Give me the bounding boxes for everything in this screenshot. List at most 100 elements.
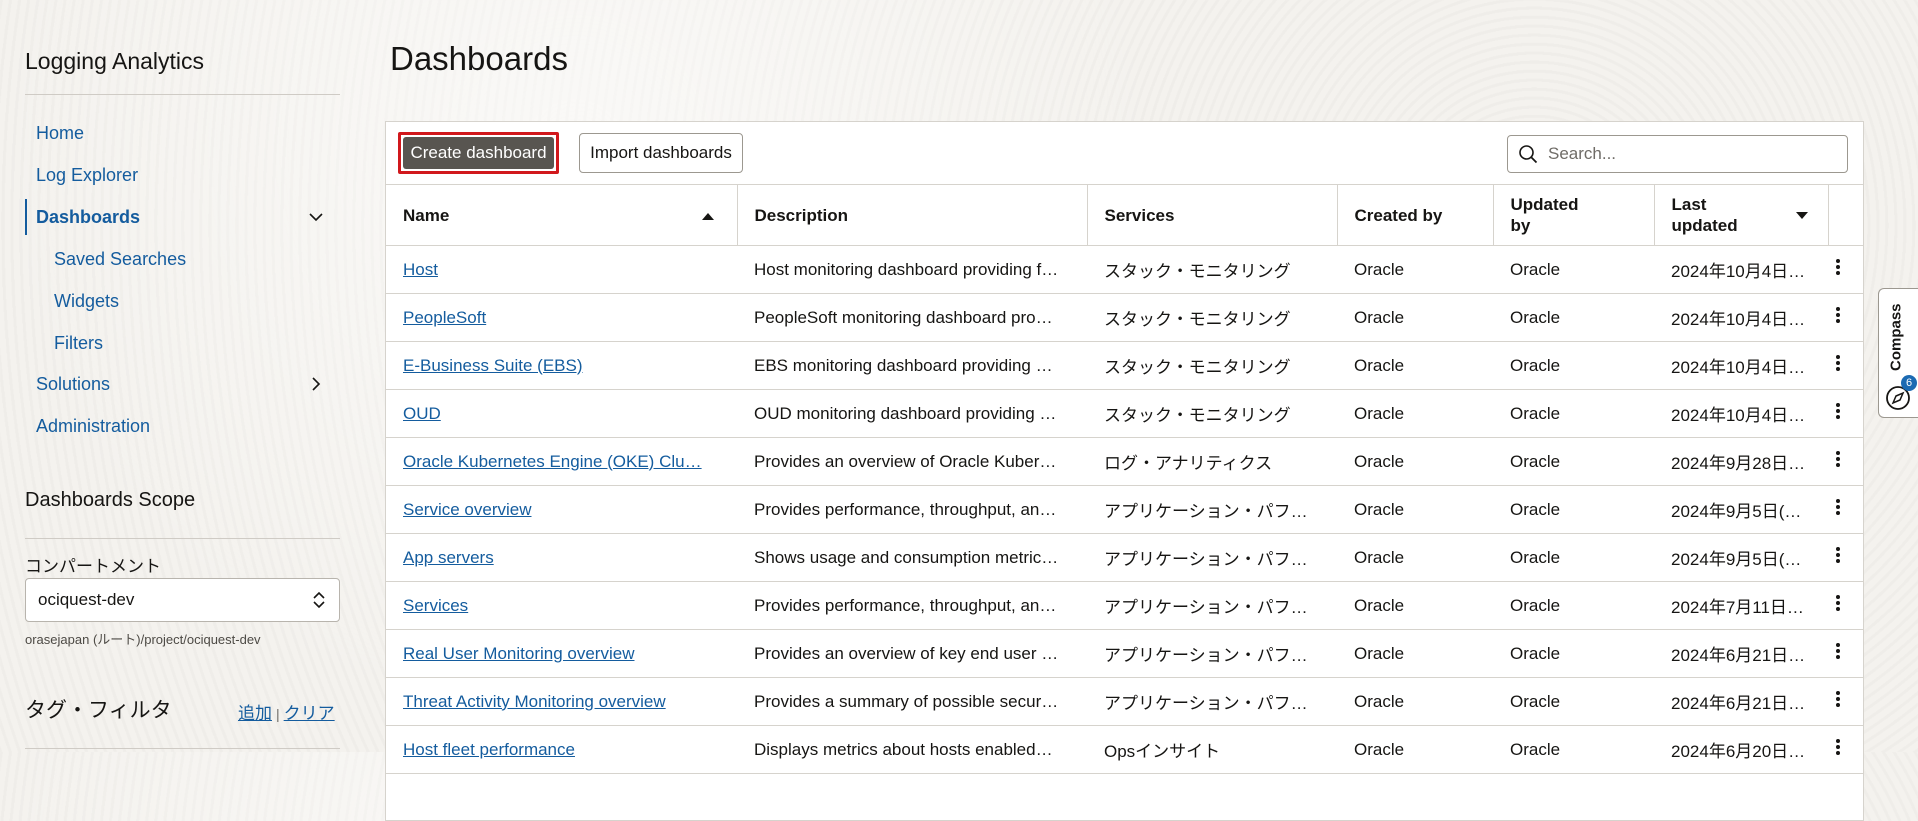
row-description: Host monitoring dashboard providing f…: [754, 259, 1059, 279]
row-description: PeopleSoft monitoring dashboard pro…: [754, 307, 1053, 327]
kebab-menu-icon[interactable]: [1828, 497, 1848, 517]
row-name-link[interactable]: Host: [403, 260, 438, 279]
row-name-link[interactable]: OUD: [403, 404, 441, 423]
nav-saved-searches[interactable]: Saved Searches: [25, 241, 335, 277]
row-name-link[interactable]: Host fleet performance: [403, 740, 575, 759]
row-name-link[interactable]: Real User Monitoring overview: [403, 644, 634, 663]
row-actions-cell: [1828, 245, 1863, 294]
row-name-link-cell: App servers: [386, 533, 737, 582]
search-box[interactable]: [1507, 135, 1848, 173]
kebab-menu-icon[interactable]: [1828, 545, 1848, 565]
row-description: EBS monitoring dashboard providing …: [754, 355, 1053, 375]
col-updated-by-header[interactable]: Updated by: [1493, 185, 1655, 246]
row-name-link[interactable]: Service overview: [403, 500, 532, 519]
row-name-link[interactable]: PeopleSoft: [403, 308, 486, 327]
row-name-link[interactable]: Services: [403, 596, 468, 615]
row-last-updated-cell: 2024年10月4日…: [1654, 389, 1828, 438]
table-row[interactable]: OUD OUD monitoring dashboard providing … ス…: [386, 389, 1863, 438]
nav-dashboards[interactable]: Dashboards: [25, 199, 335, 235]
row-description: Displays metrics about hosts enabled…: [754, 739, 1053, 759]
row-actions-cell: [1828, 485, 1863, 534]
table-row[interactable]: Services Provides performance, throughput…: [386, 581, 1863, 630]
compass-badge: 6: [1901, 375, 1917, 391]
table-row[interactable]: Threat Activity Monitoring overview Provi…: [386, 677, 1863, 726]
row-last-updated: 2024年10月4日…: [1671, 262, 1806, 281]
row-name-link[interactable]: Oracle Kubernetes Engine (OKE) Clu…: [403, 452, 702, 471]
kebab-menu-icon[interactable]: [1828, 593, 1848, 613]
sort-ascending-icon[interactable]: [701, 211, 715, 221]
select-updown-icon: [313, 591, 325, 609]
compass-tab[interactable]: Compass 6: [1878, 288, 1918, 418]
row-updated-by: Oracle: [1510, 403, 1561, 423]
table-row[interactable]: E-Business Suite (EBS) EBS monitoring das…: [386, 341, 1863, 390]
kebab-menu-icon[interactable]: [1828, 401, 1848, 421]
table-row[interactable]: PeopleSoft PeopleSoft monitoring dashboar…: [386, 293, 1863, 342]
nav-home[interactable]: Home: [25, 115, 335, 151]
col-created-by-header[interactable]: Created by: [1337, 185, 1494, 246]
row-description: Provides an overview of key end user …: [754, 643, 1059, 663]
row-updated-by: Oracle: [1510, 595, 1561, 615]
row-created-by-cell: Oracle: [1337, 341, 1493, 390]
col-services-header[interactable]: Services: [1087, 185, 1338, 246]
row-last-updated-cell: 2024年9月5日(…: [1654, 533, 1828, 582]
table-row[interactable]: Real User Monitoring overview Provides an…: [386, 629, 1863, 678]
row-last-updated-cell: 2024年9月5日(…: [1654, 485, 1828, 534]
row-created-by: Oracle: [1354, 259, 1405, 279]
create-dashboard-button[interactable]: Create dashboard: [403, 137, 554, 169]
row-created-by-cell: Oracle: [1337, 245, 1493, 294]
row-created-by-cell: Oracle: [1337, 293, 1493, 342]
row-services-cell: スタック・モニタリング: [1087, 245, 1337, 294]
row-name-link[interactable]: Threat Activity Monitoring overview: [403, 692, 666, 711]
row-description: Provides performance, throughput, an…: [754, 595, 1057, 615]
col-description-header[interactable]: Description: [737, 185, 1088, 246]
row-name-link-cell: Oracle Kubernetes Engine (OKE) Clu…: [386, 437, 737, 486]
kebab-menu-icon[interactable]: [1828, 641, 1848, 661]
kebab-menu-icon[interactable]: [1828, 257, 1848, 277]
row-services-cell: アプリケーション・パフ…: [1087, 533, 1337, 582]
tag-clear-link[interactable]: クリア: [284, 704, 335, 723]
kebab-menu-icon[interactable]: [1828, 737, 1848, 757]
chevron-down-icon[interactable]: [307, 208, 325, 226]
row-updated-by-cell: Oracle: [1493, 485, 1654, 534]
col-name-header[interactable]: Name: [386, 185, 738, 246]
search-input[interactable]: [1546, 143, 1830, 165]
row-updated-by: Oracle: [1510, 259, 1561, 279]
row-name-link[interactable]: E-Business Suite (EBS): [403, 356, 583, 375]
table-row[interactable]: Host Host monitoring dashboard providing …: [386, 245, 1863, 294]
page-title: Dashboards: [390, 40, 568, 77]
table-header-row: Name Description Services Created by Upd…: [386, 185, 1863, 246]
tag-add-link[interactable]: 追加: [238, 704, 272, 723]
row-last-updated: 2024年6月21日…: [1671, 646, 1806, 665]
nav-filters[interactable]: Filters: [25, 325, 335, 361]
row-last-updated-cell: 2024年6月20日…: [1654, 725, 1828, 774]
table-row[interactable]: Oracle Kubernetes Engine (OKE) Clu… Provi…: [386, 437, 1863, 486]
nav-administration[interactable]: Administration: [25, 408, 335, 444]
row-created-by-cell: Oracle: [1337, 389, 1493, 438]
compartment-select[interactable]: ociquest-dev: [25, 578, 340, 622]
row-name-link[interactable]: App servers: [403, 548, 494, 567]
sort-descending-icon[interactable]: [1795, 211, 1809, 221]
row-description-cell: PeopleSoft monitoring dashboard pro…: [737, 293, 1087, 342]
row-name-link-cell: Real User Monitoring overview: [386, 629, 737, 678]
table-row[interactable]: App servers Shows usage and consumption m…: [386, 533, 1863, 582]
row-description-cell: Provides an overview of key end user …: [737, 629, 1087, 678]
nav-widgets[interactable]: Widgets: [25, 283, 335, 319]
col-last-updated-header[interactable]: Last updated: [1654, 185, 1829, 246]
row-services: アプリケーション・パフ…: [1104, 646, 1308, 665]
kebab-menu-icon[interactable]: [1828, 689, 1848, 709]
import-dashboards-button[interactable]: Import dashboards: [579, 133, 743, 173]
kebab-menu-icon[interactable]: [1828, 353, 1848, 373]
table-row[interactable]: Service overview Provides performance, th…: [386, 485, 1863, 534]
nav-log-explorer[interactable]: Log Explorer: [25, 157, 335, 193]
table-row[interactable]: Host fleet performance Displays metrics a…: [386, 725, 1863, 774]
nav-solutions[interactable]: Solutions: [25, 366, 335, 402]
row-created-by: Oracle: [1354, 547, 1405, 567]
kebab-menu-icon[interactable]: [1828, 305, 1848, 325]
row-services-cell: アプリケーション・パフ…: [1087, 581, 1337, 630]
compartment-label: コンパートメント: [25, 557, 161, 576]
chevron-right-icon[interactable]: [307, 375, 325, 393]
kebab-menu-icon[interactable]: [1828, 449, 1848, 469]
row-services-cell: スタック・モニタリング: [1087, 341, 1337, 390]
row-updated-by: Oracle: [1510, 451, 1561, 471]
row-created-by: Oracle: [1354, 403, 1405, 423]
